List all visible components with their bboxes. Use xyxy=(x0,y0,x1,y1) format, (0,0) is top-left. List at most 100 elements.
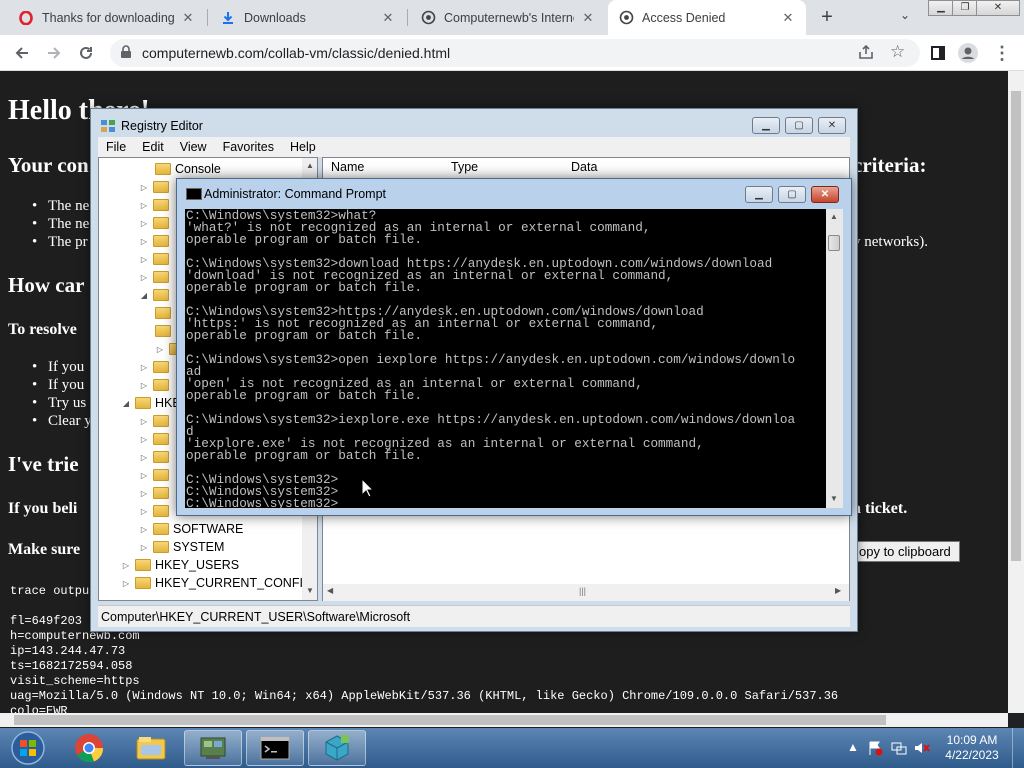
tree-item-console[interactable]: Console xyxy=(155,160,221,178)
copy-to-clipboard-button[interactable]: opy to clipboard xyxy=(852,541,960,562)
taskbar-file-explorer[interactable] xyxy=(122,730,180,766)
scroll-up-icon[interactable]: ▲ xyxy=(830,212,838,221)
expand-arrow-icon[interactable]: ▷ xyxy=(139,417,149,426)
action-center-flag-icon[interactable] xyxy=(867,740,883,756)
tree-item-system[interactable]: ▷ SYSTEM xyxy=(139,538,224,556)
tree-item[interactable]: ▷ xyxy=(139,502,173,520)
scroll-thumb[interactable] xyxy=(14,715,886,725)
tab-downloads[interactable]: Downloads ✕ xyxy=(210,0,406,35)
system-clock[interactable]: 10:09 AM 4/22/2023 xyxy=(940,733,1004,763)
scroll-grip-icon[interactable]: ||| xyxy=(579,586,586,596)
minimize-button[interactable]: ▁ xyxy=(745,186,773,203)
back-button[interactable] xyxy=(10,41,34,65)
volume-muted-icon[interactable] xyxy=(914,740,930,756)
tree-item[interactable] xyxy=(155,322,175,340)
column-header-data[interactable]: Data xyxy=(571,160,597,180)
tab-computernewb-internet[interactable]: Computernewb's Interne ✕ xyxy=(410,0,606,35)
taskbar-chrome[interactable] xyxy=(60,730,118,766)
tree-item[interactable]: ▷ xyxy=(139,484,173,502)
page-vertical-scrollbar[interactable] xyxy=(1008,71,1024,713)
scroll-thumb[interactable] xyxy=(828,235,840,251)
menu-file[interactable]: File xyxy=(98,140,134,154)
expand-arrow-icon[interactable]: ▷ xyxy=(139,219,149,228)
expand-arrow-icon[interactable]: ▷ xyxy=(139,453,149,462)
address-bar[interactable]: computernewb.com/collab-vm/classic/denie… xyxy=(110,39,920,67)
expand-arrow-icon[interactable]: ▷ xyxy=(139,183,149,192)
collapse-arrow-icon[interactable]: ◢ xyxy=(139,291,149,300)
scroll-left-icon[interactable]: ◀ xyxy=(327,586,333,595)
taskbar-cmd[interactable] xyxy=(246,730,304,766)
collapse-arrow-icon[interactable]: ◢ xyxy=(121,399,131,408)
expand-arrow-icon[interactable]: ▷ xyxy=(155,345,165,354)
expand-arrow-icon[interactable]: ▷ xyxy=(139,363,149,372)
show-hidden-icons-icon[interactable]: ▲ xyxy=(845,740,861,756)
tree-item[interactable]: ▷ xyxy=(139,250,173,268)
tree-item[interactable] xyxy=(155,304,175,322)
minimize-button[interactable]: ▁ xyxy=(928,0,954,16)
tree-item[interactable]: ▷ xyxy=(139,232,173,250)
list-horizontal-scrollbar[interactable]: ◀ ||| ▶ xyxy=(323,584,849,601)
tab-access-denied[interactable]: Access Denied ✕ xyxy=(608,0,806,35)
expand-arrow-icon[interactable]: ▷ xyxy=(139,255,149,264)
tree-item[interactable]: ▷ xyxy=(139,376,173,394)
tree-item[interactable]: ▷ xyxy=(139,268,173,286)
console-vertical-scrollbar[interactable]: ▲ ▼ xyxy=(826,209,843,508)
taskbar-package[interactable] xyxy=(308,730,366,766)
scroll-down-icon[interactable]: ▼ xyxy=(830,494,838,503)
close-icon[interactable]: ✕ xyxy=(180,10,196,26)
menu-button[interactable]: ⋮ xyxy=(990,41,1014,65)
close-icon[interactable]: ✕ xyxy=(780,10,796,26)
column-header-name[interactable]: Name xyxy=(331,160,364,180)
expand-arrow-icon[interactable]: ▷ xyxy=(139,507,149,516)
close-button[interactable]: ✕ xyxy=(818,117,846,134)
close-icon[interactable]: ✕ xyxy=(380,10,396,26)
expand-arrow-icon[interactable]: ▷ xyxy=(139,489,149,498)
console-output[interactable]: C:\Windows\system32>what? 'what?' is not… xyxy=(185,209,826,508)
scroll-right-icon[interactable]: ▶ xyxy=(835,586,841,595)
expand-arrow-icon[interactable]: ▷ xyxy=(139,201,149,210)
bookmark-star-icon[interactable]: ☆ xyxy=(890,42,905,62)
menu-edit[interactable]: Edit xyxy=(134,140,172,154)
tree-item-hkey-current-config[interactable]: ▷ HKEY_CURRENT_CONFIG xyxy=(121,574,313,592)
tree-item[interactable]: ▷ xyxy=(139,196,173,214)
expand-arrow-icon[interactable]: ▷ xyxy=(121,579,131,588)
tree-item[interactable]: ▷ xyxy=(139,412,173,430)
menu-favorites[interactable]: Favorites xyxy=(215,140,282,154)
menu-view[interactable]: View xyxy=(172,140,215,154)
expand-arrow-icon[interactable]: ▷ xyxy=(139,237,149,246)
tree-item-hkey[interactable]: ◢ HKE xyxy=(121,394,181,412)
scroll-thumb[interactable] xyxy=(1011,91,1021,561)
tab-thanks-for-downloading[interactable]: Thanks for downloading ✕ xyxy=(8,0,206,35)
column-header-type[interactable]: Type xyxy=(451,160,478,180)
start-button[interactable] xyxy=(2,730,54,766)
tree-item-hkey-users[interactable]: ▷ HKEY_USERS xyxy=(121,556,239,574)
close-icon[interactable]: ✕ xyxy=(580,10,596,26)
expand-arrow-icon[interactable]: ▷ xyxy=(139,381,149,390)
command-prompt-window[interactable]: Administrator: Command Prompt ▁ ▢ ✕ C:\W… xyxy=(176,178,852,516)
reload-button[interactable] xyxy=(74,41,98,65)
forward-button[interactable] xyxy=(42,41,66,65)
tree-item[interactable]: ▷ xyxy=(139,214,173,232)
maximize-button[interactable]: ▢ xyxy=(778,186,806,203)
tree-item[interactable]: ▷ xyxy=(139,466,173,484)
tree-item[interactable]: ▷ xyxy=(139,430,173,448)
tree-item[interactable]: ◢ xyxy=(139,286,173,304)
restore-button[interactable]: ❐ xyxy=(952,0,978,16)
tab-search-button[interactable]: ⌄ xyxy=(896,8,914,26)
scroll-down-icon[interactable]: ▼ xyxy=(306,586,314,595)
tree-item[interactable]: ▷ xyxy=(139,358,173,376)
new-tab-button[interactable]: + xyxy=(815,5,839,29)
minimize-button[interactable]: ▁ xyxy=(752,117,780,134)
profile-button[interactable] xyxy=(956,41,980,65)
page-horizontal-scrollbar[interactable] xyxy=(0,713,1008,727)
taskbar-regedit[interactable] xyxy=(184,730,242,766)
expand-arrow-icon[interactable]: ▷ xyxy=(139,525,149,534)
tree-item[interactable]: ▷ xyxy=(139,448,173,466)
tree-item-software[interactable]: ▷ SOFTWARE xyxy=(139,520,243,538)
network-icon[interactable] xyxy=(891,740,907,756)
share-icon[interactable] xyxy=(858,44,874,60)
maximize-button[interactable]: ▢ xyxy=(785,117,813,134)
side-panel-button[interactable] xyxy=(926,41,950,65)
scroll-up-icon[interactable]: ▲ xyxy=(306,161,314,170)
expand-arrow-icon[interactable]: ▷ xyxy=(139,543,149,552)
